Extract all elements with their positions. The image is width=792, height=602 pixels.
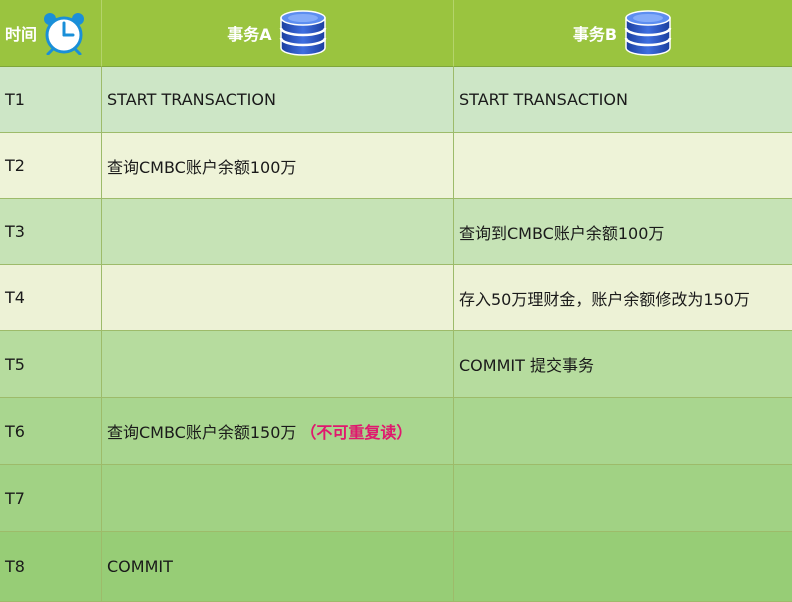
transaction-a-cell: 查询CMBC账户余额100万: [102, 133, 454, 199]
time-cell: T4: [0, 265, 102, 331]
header-transaction-b: 事务B: [454, 0, 792, 67]
transaction-b-cell: [454, 133, 792, 199]
header-time-label: 时间: [5, 25, 38, 44]
transaction-a-cell: COMMIT: [102, 532, 454, 602]
transaction-a-cell: 查询CMBC账户余额150万 （不可重复读）: [102, 398, 454, 465]
database-icon: [623, 8, 673, 58]
transaction-b-cell: 查询到CMBC账户余额100万: [454, 199, 792, 265]
header-transaction-b-label: 事务B: [572, 25, 618, 44]
time-cell: T8: [0, 532, 102, 602]
transaction-a-cell: [102, 331, 454, 398]
transaction-b-cell: COMMIT 提交事务: [454, 331, 792, 398]
transaction-a-cell: [102, 265, 454, 331]
time-cell: T3: [0, 199, 102, 265]
transaction-a-cell: [102, 465, 454, 532]
database-icon: [278, 8, 328, 58]
time-cell: T7: [0, 465, 102, 532]
time-cell: T6: [0, 398, 102, 465]
transaction-b-cell: [454, 465, 792, 532]
transaction-b-cell: [454, 532, 792, 602]
time-cell: T1: [0, 67, 102, 133]
time-cell: T5: [0, 331, 102, 398]
time-cell: T2: [0, 133, 102, 199]
transaction-a-cell: [102, 199, 454, 265]
transaction-b-cell: START TRANSACTION: [454, 67, 792, 133]
header-time: 时间: [0, 0, 102, 67]
non-repeatable-read-note: （不可重复读）: [300, 423, 413, 442]
transaction-table: 时间 事务A 事务B T1 START TRANSACTION START TR…: [0, 0, 792, 602]
alarm-clock-icon: [43, 11, 85, 55]
transaction-b-cell: 存入50万理财金，账户余额修改为150万: [454, 265, 792, 331]
transaction-b-cell: [454, 398, 792, 465]
header-transaction-a: 事务A: [102, 0, 454, 67]
transaction-a-cell: START TRANSACTION: [102, 67, 454, 133]
header-transaction-a-label: 事务A: [227, 25, 272, 44]
transaction-a-text: 查询CMBC账户余额150万: [107, 423, 297, 442]
